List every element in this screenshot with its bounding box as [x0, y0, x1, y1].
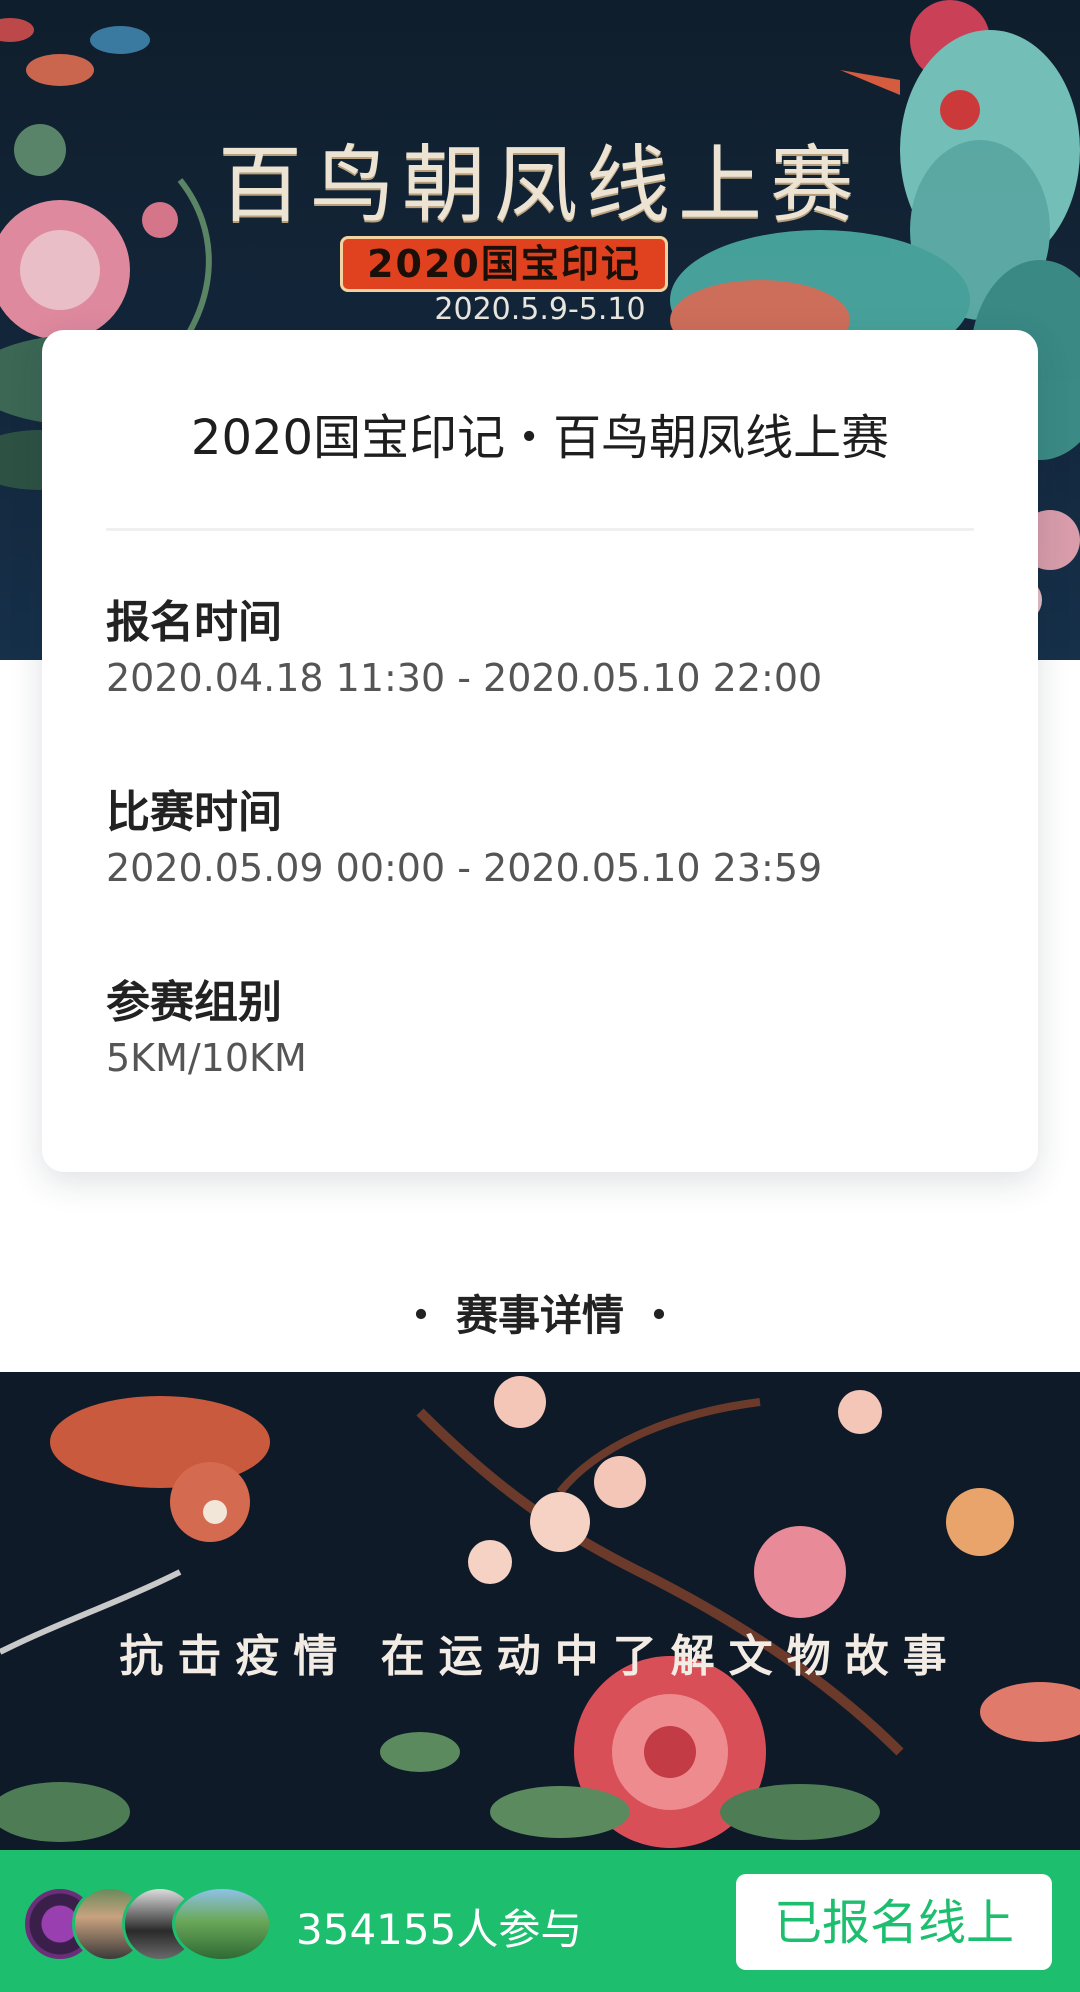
race-group-value: 5KM/10KM — [106, 1036, 307, 1080]
race-time-value: 2020.05.09 00:00 - 2020.05.10 23:59 — [106, 846, 823, 890]
divider — [106, 528, 974, 531]
participant-avatar-4 — [172, 1886, 272, 1962]
banner-date: 2020.5.9-5.10 — [434, 292, 646, 327]
registration-time-label: 报名时间 — [106, 597, 282, 648]
registered-online-button[interactable]: 已报名线上 — [736, 1874, 1052, 1970]
event-detail-image — [0, 1372, 1080, 1852]
detail-slogan: 抗击疫情 在运动中了解文物故事 — [119, 1631, 961, 1682]
event-info-card: 2020国宝印记・百鸟朝凤线上赛 报名时间 2020.04.18 11:30 -… — [42, 330, 1038, 1172]
race-group-label: 参赛组别 — [106, 977, 282, 1028]
participant-count: 354155人参与 — [296, 1905, 583, 1954]
section-header-details: ・赛事详情・ — [0, 1282, 1080, 1343]
detail-floral-illustration — [0, 1376, 1080, 1848]
section-title: 赛事详情 — [455, 1291, 624, 1340]
event-title: 2020国宝印记・百鸟朝凤线上赛 — [190, 410, 890, 466]
race-time-label: 比赛时间 — [106, 787, 282, 838]
banner-title: 百鸟朝凤线上赛 — [217, 136, 862, 234]
section-dot-left: ・ — [399, 1291, 442, 1340]
bottom-action-bar: 354155人参与 已报名线上 — [0, 1850, 1080, 1992]
banner-badge: 2020国宝印记 — [340, 236, 668, 292]
registration-time-value: 2020.04.18 11:30 - 2020.05.10 22:00 — [106, 656, 823, 700]
section-dot-right: ・ — [638, 1291, 681, 1340]
